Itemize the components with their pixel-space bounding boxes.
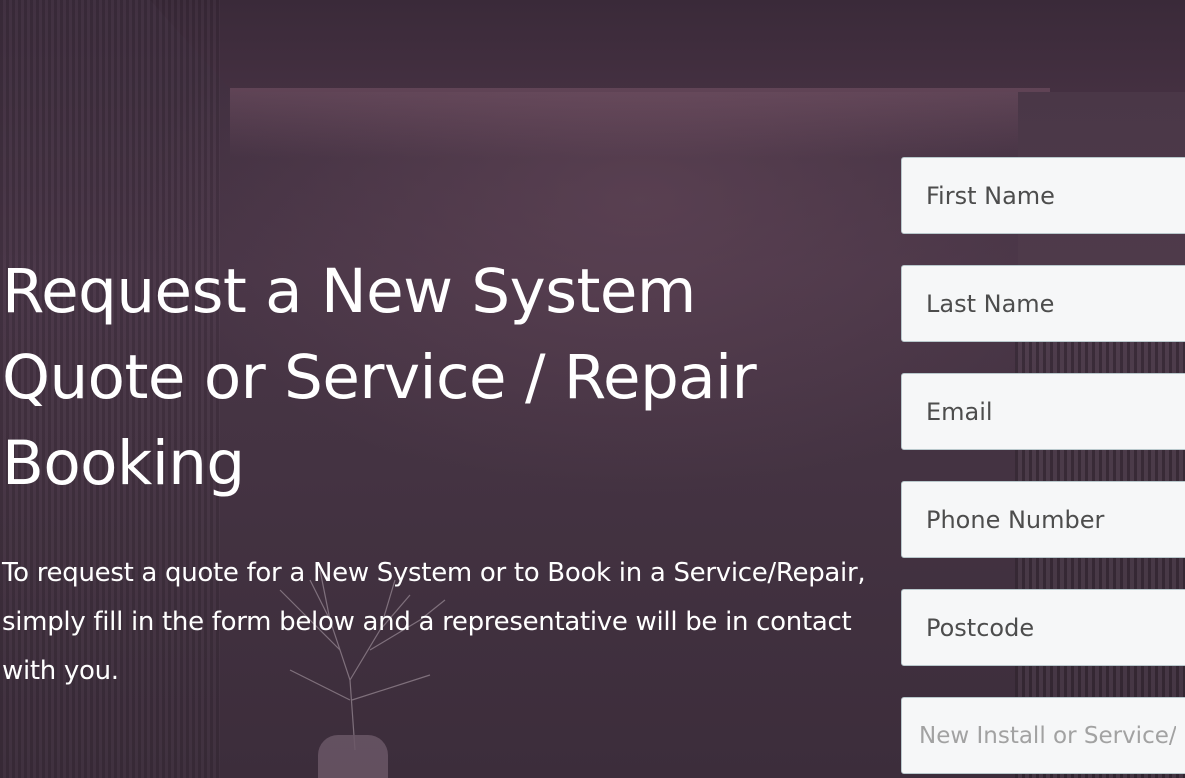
hero-text-block: Request a New System Quote or Service / … (2, 249, 866, 696)
last-name-field[interactable] (901, 265, 1185, 342)
email-field[interactable] (901, 373, 1185, 450)
phone-number-field[interactable] (901, 481, 1185, 558)
decor-vase (318, 735, 388, 778)
postcode-field[interactable] (901, 589, 1185, 666)
ceiling-light (230, 88, 1050, 158)
page-description: To request a quote for a New System or t… (2, 558, 866, 686)
first-name-field[interactable] (901, 157, 1185, 234)
ceiling-panel (150, 0, 1185, 92)
quote-form (901, 157, 1185, 778)
page-title: Request a New System Quote or Service / … (2, 256, 757, 499)
service-type-select[interactable] (901, 697, 1185, 774)
